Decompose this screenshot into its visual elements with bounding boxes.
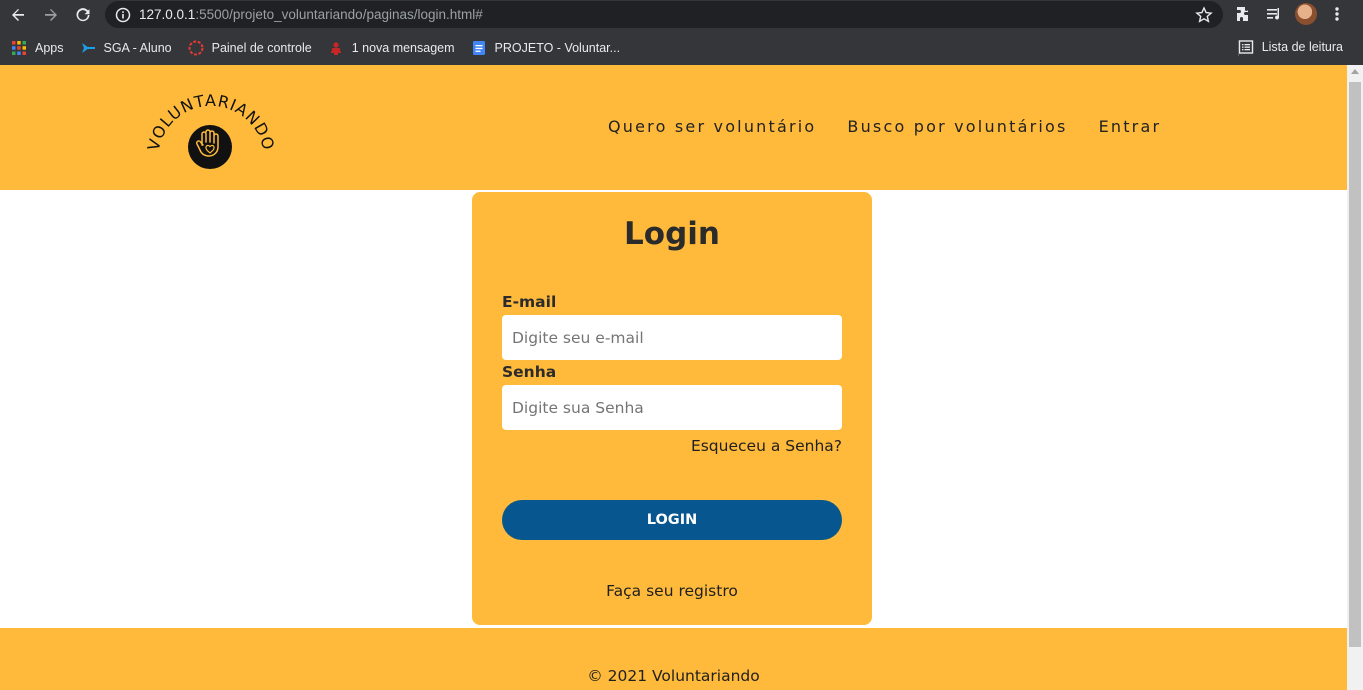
menu-kebab-icon[interactable] <box>1329 5 1345 23</box>
url-text[interactable]: 127.0.0.1:5500/projeto_voluntariando/pag… <box>139 7 483 22</box>
scroll-up-arrow-icon[interactable] <box>1351 69 1359 74</box>
bookmark-label: Apps <box>35 40 64 55</box>
address-bar[interactable]: 127.0.0.1:5500/projeto_voluntariando/pag… <box>105 1 1223 28</box>
back-icon[interactable] <box>7 4 29 26</box>
browser-chrome: 127.0.0.1:5500/projeto_voluntariando/pag… <box>0 0 1363 65</box>
site-footer: © 2021 Voluntariando <box>0 628 1347 690</box>
bookmark-painel[interactable]: Painel de controle <box>180 36 320 60</box>
bookmark-projeto[interactable]: PROJETO - Voluntar... <box>463 36 629 60</box>
bookmark-label: Painel de controle <box>211 40 312 55</box>
register-link[interactable]: Faça seu registro <box>472 582 872 600</box>
media-queue-icon[interactable] <box>1265 5 1283 23</box>
reading-list-label: Lista de leitura <box>1261 40 1343 54</box>
login-button[interactable]: LOGIN <box>502 500 842 540</box>
page-viewport: VOLUNTARIANDO Quero ser voluntário Busco… <box>0 65 1347 690</box>
password-field[interactable] <box>502 385 842 430</box>
bookmark-label: SGA - Aluno <box>103 40 172 55</box>
bookmark-sga[interactable]: SGA - Aluno <box>72 36 180 60</box>
login-title: Login <box>624 216 720 252</box>
copyright-text: © 2021 Voluntariando <box>587 667 760 685</box>
scroll-thumb[interactable] <box>1349 82 1361 647</box>
nav-entrar[interactable]: Entrar <box>1099 117 1162 136</box>
browser-toolbar: 127.0.0.1:5500/projeto_voluntariando/pag… <box>0 0 1363 30</box>
main-nav: Quero ser voluntário Busco por voluntári… <box>608 117 1192 136</box>
bookmark-label: PROJETO - Voluntar... <box>494 40 621 55</box>
reading-list-icon <box>1238 40 1253 54</box>
reload-icon[interactable] <box>72 4 94 26</box>
email-label: E-mail <box>502 293 557 311</box>
password-label: Senha <box>502 363 557 381</box>
forward-icon[interactable] <box>40 4 62 26</box>
nav-quero-ser-voluntario[interactable]: Quero ser voluntário <box>608 117 816 136</box>
forgot-password-link[interactable]: Esqueceu a Senha? <box>691 437 842 455</box>
mail-icon <box>330 41 341 55</box>
bookmarks-bar: Apps SGA - Aluno Painel de controle 1 no… <box>0 30 1363 65</box>
apps-grid-icon <box>12 40 26 55</box>
doc-icon <box>472 40 485 55</box>
page-scrollbar[interactable] <box>1347 65 1363 690</box>
sga-icon <box>81 42 95 53</box>
email-field[interactable] <box>502 315 842 360</box>
bookmarks-divider <box>1238 40 1239 56</box>
dashboard-icon <box>188 40 204 55</box>
bookmark-star-icon[interactable] <box>1195 6 1213 24</box>
nav-busco-por-voluntarios[interactable]: Busco por voluntários <box>847 117 1067 136</box>
extensions-icon[interactable] <box>1235 5 1253 23</box>
info-icon[interactable] <box>115 7 131 23</box>
login-card: Login E-mail Senha Esqueceu a Senha? LOG… <box>472 192 872 625</box>
profile-avatar[interactable] <box>1295 3 1317 25</box>
bookmark-mensagem[interactable]: 1 nova mensagem <box>320 36 463 60</box>
site-header: VOLUNTARIANDO Quero ser voluntário Busco… <box>0 65 1347 190</box>
bookmark-apps[interactable]: Apps <box>0 36 72 60</box>
site-logo[interactable]: VOLUNTARIANDO <box>140 85 280 175</box>
reading-list[interactable]: Lista de leitura <box>1230 35 1351 59</box>
bookmark-label: 1 nova mensagem <box>351 40 455 55</box>
